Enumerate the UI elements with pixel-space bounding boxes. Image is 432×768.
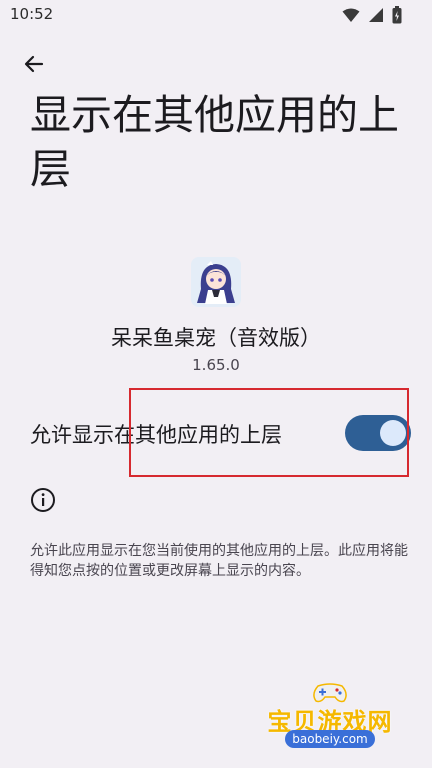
back-button[interactable] [16,46,52,82]
allow-overlay-switch[interactable] [345,415,411,451]
status-bar: 10:52 [0,0,432,30]
watermark-url: baobeiy.com [285,730,375,748]
battery-icon [392,6,402,24]
anime-girl-app-icon [191,257,241,307]
status-time: 10:52 [10,5,54,23]
watermark: 宝贝游戏网 baobeiy.com [255,680,405,758]
app-version: 1.65.0 [192,356,240,374]
arrow-back-icon [24,55,44,73]
page-title: 显示在其他应用的上层 [30,91,399,193]
allow-overlay-toggle-row[interactable]: 允许显示在其他应用的上层 [0,405,432,461]
allow-overlay-label: 允许显示在其他应用的上层 [30,423,282,447]
wifi-icon [342,8,360,22]
gamepad-icon [313,683,347,703]
cellular-signal-icon [369,8,383,22]
status-icons [342,6,402,24]
app-name: 呆呆鱼桌宠（音效版） [111,326,321,350]
permission-description: 允许此应用显示在您当前使用的其他应用的上层。此应用将能得知您点按的位置或更改屏幕… [30,543,408,579]
switch-thumb [380,420,406,446]
info-icon [31,488,55,512]
